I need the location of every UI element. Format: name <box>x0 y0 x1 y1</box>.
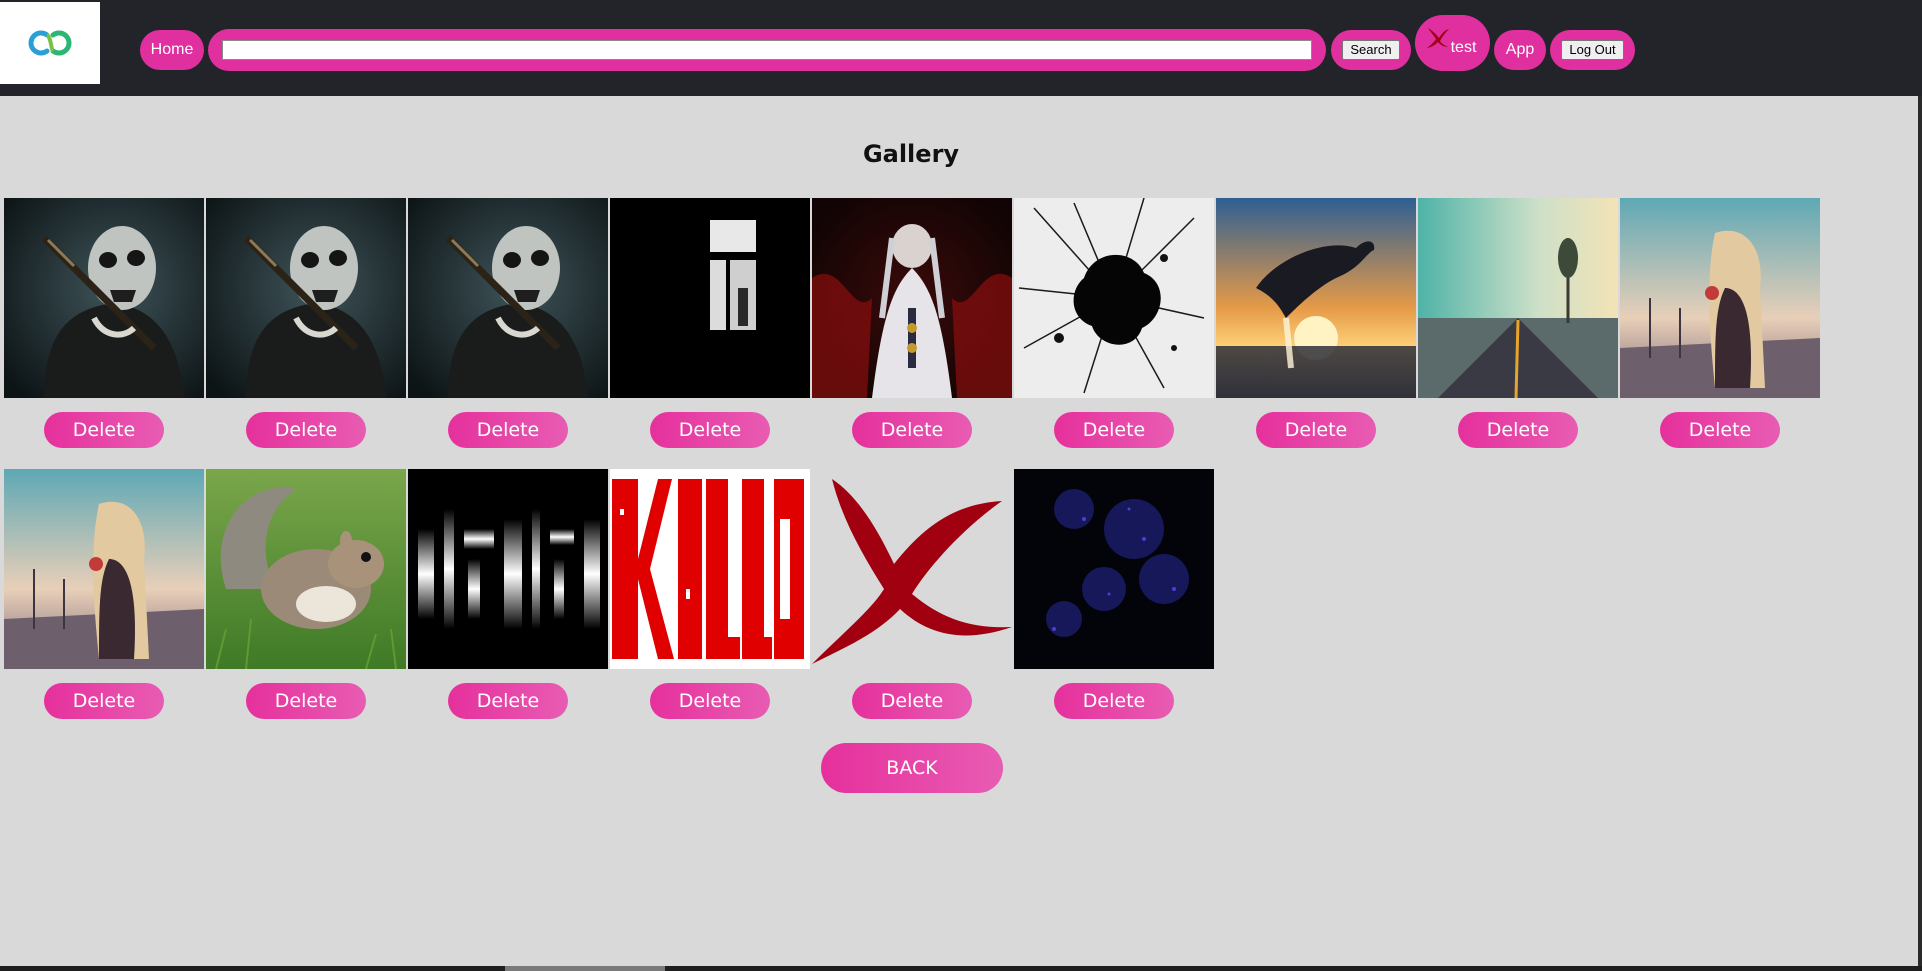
gallery-image-dark-window-figure[interactable] <box>610 198 810 398</box>
delete-button[interactable]: Delete <box>1660 412 1780 448</box>
gallery-item: Delete <box>4 198 204 468</box>
delete-button[interactable]: Delete <box>852 683 972 719</box>
gallery-image-girl-long-hair-sunset[interactable] <box>1620 198 1820 398</box>
delete-button[interactable]: Delete <box>44 683 164 719</box>
search-button[interactable]: Search <box>1342 40 1400 60</box>
search-bar <box>208 29 1326 71</box>
gallery-image-killed-red-text[interactable] <box>610 469 810 669</box>
delete-button[interactable]: Delete <box>44 412 164 448</box>
gallery-item: Delete <box>4 469 204 739</box>
user-name-label: test <box>1450 39 1477 56</box>
gallery-image-misty-road-tree[interactable] <box>1418 198 1618 398</box>
logout-button-wrapper: Log Out <box>1550 30 1635 70</box>
delete-button[interactable]: Delete <box>1256 412 1376 448</box>
home-link[interactable]: Home <box>140 30 204 70</box>
top-navigation-bar: Home Search test App Log Out <box>0 0 1922 96</box>
gallery-item: Delete <box>812 198 1012 468</box>
gallery-item: Delete <box>206 469 406 739</box>
user-profile-link[interactable]: test <box>1415 15 1490 71</box>
delete-button[interactable]: Delete <box>852 412 972 448</box>
gallery-image-girl-long-hair-sunset[interactable] <box>4 469 204 669</box>
gallery-item: Delete <box>1216 198 1416 468</box>
site-logo[interactable] <box>0 2 100 84</box>
user-avatar-icon <box>1427 28 1449 48</box>
gallery-image-skull-face-man-with-gun[interactable] <box>206 198 406 398</box>
gallery-image-black-white-glitch-text[interactable] <box>408 469 608 669</box>
gallery-item: Delete <box>812 469 1012 739</box>
logo-icon <box>28 30 72 56</box>
gallery-item: Delete <box>1014 469 1214 739</box>
search-input[interactable] <box>222 40 1312 60</box>
gallery-image-dark-blue-noise[interactable] <box>1014 469 1214 669</box>
gallery-image-skull-face-man-with-gun[interactable] <box>408 198 608 398</box>
home-label: Home <box>150 41 194 58</box>
delete-button[interactable]: Delete <box>448 412 568 448</box>
gallery-image-squirrel-on-grass[interactable] <box>206 469 406 669</box>
gallery-item: Delete <box>610 469 810 739</box>
delete-button[interactable]: Delete <box>246 412 366 448</box>
gallery-item: Delete <box>408 198 608 468</box>
gallery-item: Delete <box>1620 198 1820 468</box>
gallery-image-white-robed-anime-figure[interactable] <box>812 198 1012 398</box>
logout-button[interactable]: Log Out <box>1561 40 1624 60</box>
delete-button[interactable]: Delete <box>246 683 366 719</box>
delete-button[interactable]: Delete <box>650 412 770 448</box>
app-link[interactable]: App <box>1494 30 1546 70</box>
delete-button[interactable]: Delete <box>1054 412 1174 448</box>
page-title: Gallery <box>862 140 960 168</box>
delete-button[interactable]: Delete <box>1054 683 1174 719</box>
vertical-scrollbar[interactable] <box>1918 96 1922 971</box>
gallery-item: Delete <box>408 469 608 739</box>
delete-button[interactable]: Delete <box>448 683 568 719</box>
search-button-wrapper: Search <box>1331 30 1411 70</box>
back-button[interactable]: BACK <box>821 743 1003 793</box>
gallery-image-black-ink-splat[interactable] <box>1014 198 1214 398</box>
gallery-item: Delete <box>610 198 810 468</box>
delete-button[interactable]: Delete <box>650 683 770 719</box>
gallery-image-red-x-mark[interactable] <box>812 469 1012 669</box>
gallery-item: Delete <box>1014 198 1214 468</box>
gallery-item: Delete <box>206 198 406 468</box>
horizontal-scrollbar-thumb[interactable] <box>505 966 665 971</box>
gallery-image-dolphin-sunset[interactable] <box>1216 198 1416 398</box>
horizontal-scrollbar[interactable] <box>0 966 1922 971</box>
gallery-item: Delete <box>1418 198 1618 468</box>
gallery-image-skull-face-man-with-gun[interactable] <box>4 198 204 398</box>
app-label: App <box>1505 41 1535 58</box>
delete-button[interactable]: Delete <box>1458 412 1578 448</box>
